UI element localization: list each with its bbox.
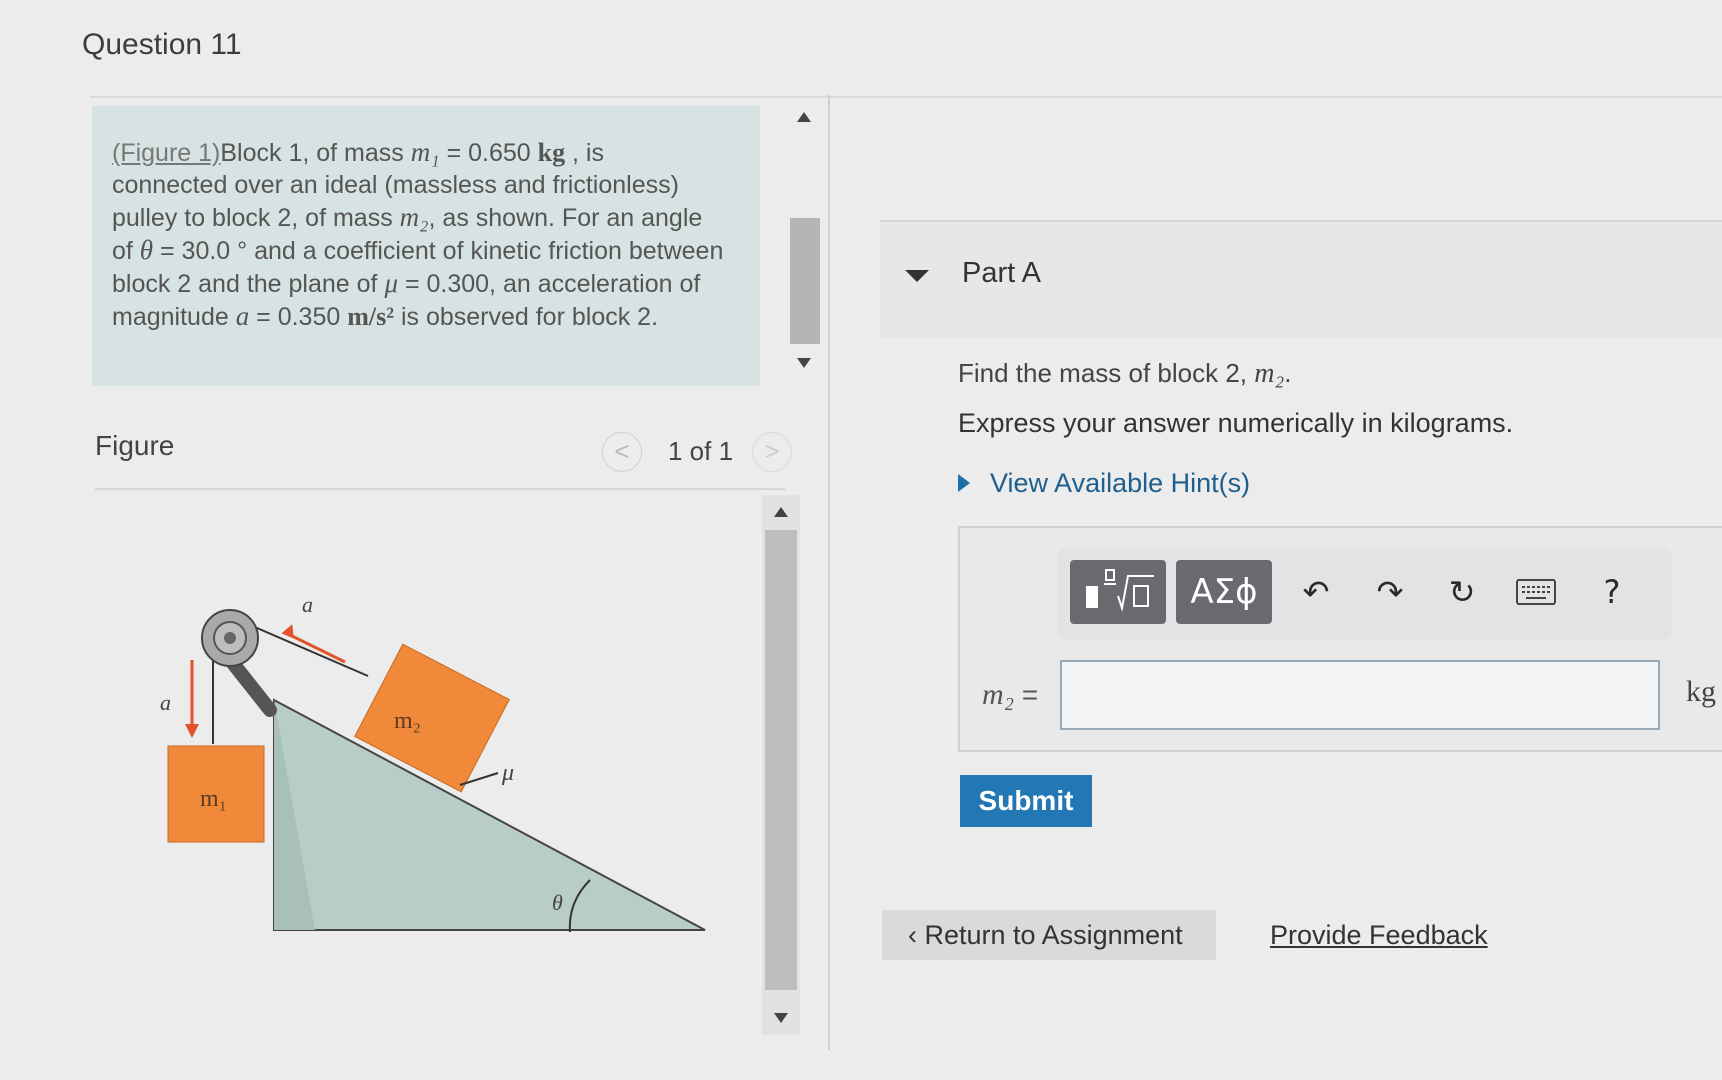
figure-divider — [95, 488, 785, 490]
provide-feedback-link[interactable]: Provide Feedback — [1270, 920, 1488, 951]
scroll-up-icon[interactable] — [774, 507, 788, 517]
scroll-down-icon[interactable] — [774, 1013, 788, 1023]
part-instruction: Express your answer numerically in kilog… — [958, 408, 1514, 438]
redo-icon[interactable]: ↷ — [1368, 570, 1412, 614]
question-title: Question 11 — [82, 28, 242, 61]
label-a-vertical: a⃗ — [160, 690, 188, 715]
panel-divider — [828, 95, 830, 1050]
label-m2: m₂ — [394, 708, 421, 734]
figure-prev-button[interactable]: < — [602, 432, 642, 472]
figure-next-button[interactable]: > — [752, 432, 792, 472]
greek-symbols-button[interactable]: ΑΣϕ — [1176, 560, 1272, 624]
figure-scroll-thumb[interactable] — [765, 530, 797, 990]
incline-pulley-figure: m₁ m₂ a⃗ a⃗ μ θ — [160, 592, 706, 933]
part-question: Find the mass of block 2, m₂. — [958, 358, 1292, 389]
view-hints-link[interactable]: View Available Hint(s) — [990, 468, 1250, 499]
figure-label: Figure — [95, 430, 175, 461]
label-theta: θ — [552, 890, 563, 915]
label-mu: μ — [501, 760, 514, 786]
keyboard-icon[interactable] — [1514, 570, 1558, 614]
figure-counter: 1 of 1 — [668, 436, 734, 466]
label-m1: m₁ — [200, 786, 227, 812]
chevron-left-icon: ‹ — [908, 920, 917, 950]
problem-statement: (Figure 1)Block 1, of mass m₁ = 0.650 kg… — [92, 106, 760, 386]
answer-input[interactable] — [1060, 660, 1660, 730]
label-a-incline: a⃗ — [302, 592, 330, 617]
help-button[interactable]: ? — [1590, 570, 1634, 614]
answer-label: m₂ = — [982, 678, 1039, 711]
scroll-up-icon[interactable] — [797, 112, 811, 122]
scroll-down-icon[interactable] — [797, 358, 811, 368]
undo-icon[interactable]: ↶ — [1294, 570, 1338, 614]
header-divider — [90, 96, 1722, 98]
reset-icon[interactable]: ↻ — [1440, 570, 1484, 614]
submit-button[interactable]: Submit — [960, 775, 1092, 827]
templates-button[interactable] — [1070, 560, 1166, 624]
figure-link[interactable]: (Figure 1) — [112, 139, 220, 167]
arrow-a-incline-icon — [289, 633, 346, 664]
unit-label: kg — [1686, 675, 1716, 708]
collapse-triangle-icon[interactable] — [905, 270, 929, 282]
part-title: Part A — [962, 257, 1041, 289]
problem-scroll-thumb[interactable] — [790, 218, 820, 344]
hint-toggle-icon[interactable] — [958, 474, 970, 492]
fraction-root-icon — [1086, 569, 1154, 612]
return-to-assignment-button[interactable]: ‹ Return to Assignment — [882, 910, 1216, 960]
